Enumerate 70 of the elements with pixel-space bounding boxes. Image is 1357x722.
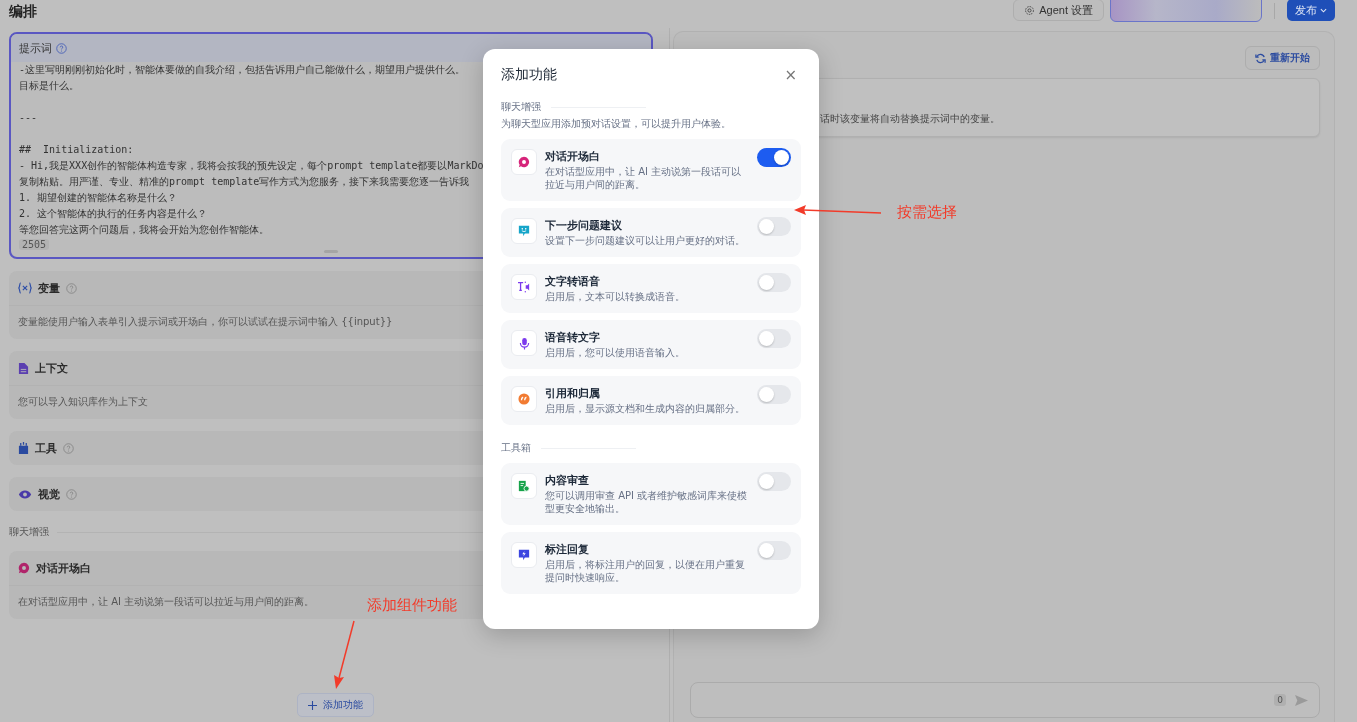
variable-icon <box>18 282 32 294</box>
annotation-text: 按需选择 <box>897 203 957 222</box>
section-title: 工具 <box>35 440 57 456</box>
group-label: 聊天增强 <box>501 100 541 114</box>
section-title: 上下文 <box>35 360 68 376</box>
lightning-bubble-icon <box>518 549 530 561</box>
annotation-arrow <box>332 620 356 690</box>
eye-icon <box>18 488 32 500</box>
chat-bubble-icon <box>518 156 530 168</box>
prompt-line: 目标是什么。 <box>19 79 79 93</box>
annotation-text: 添加组件功能 <box>367 596 457 615</box>
character-count: 0 <box>1274 694 1286 706</box>
quote-icon <box>518 393 530 405</box>
prompt-line: --- <box>19 111 38 125</box>
feature-description: 启用后，文本可以转换成语音。 <box>545 290 686 303</box>
plus-icon <box>307 700 317 710</box>
feature-title: 内容审查 <box>545 473 590 488</box>
prompt-line: 2. 这个智能体的执行的任务内容是什么？ <box>19 207 208 221</box>
feature-title: 对话开场白 <box>36 560 91 576</box>
toggle-switch[interactable] <box>757 273 791 292</box>
group-label: 聊天增强 <box>9 525 49 539</box>
settings-icon <box>1024 4 1036 16</box>
feature-description: 在对话型应用中，让 AI 主动说第一段话可以拉近与用户间的距离。 <box>545 165 743 191</box>
group-description: 为聊天型应用添加预对话设置，可以提升用户体验。 <box>501 117 732 131</box>
text-speech-icon <box>517 281 531 293</box>
section-title: 变量 <box>38 280 60 296</box>
feature-title: 下一步问题建议 <box>545 218 623 233</box>
feature-description: 设置下一步问题建议可以让用户更好的对话。 <box>545 234 746 247</box>
dialog-title: 添加功能 <box>501 66 557 84</box>
smiley-bubble-icon <box>518 225 530 237</box>
feature-description: 启用后，将标注用户的回复，以便在用户重复提问时快速响应。 <box>545 558 746 584</box>
microphone-icon <box>518 336 530 350</box>
feature-title: 文字转语音 <box>545 274 601 289</box>
section-title: 视觉 <box>38 486 60 502</box>
chat-input-field[interactable]: 0 <box>690 682 1320 718</box>
chat-bubble-icon <box>18 562 30 574</box>
toggle-switch[interactable] <box>757 217 791 236</box>
restart-button[interactable]: 重新开始 <box>1245 46 1320 70</box>
document-check-icon <box>518 480 530 492</box>
toggle-switch[interactable] <box>757 472 791 491</box>
prompt-line: -这里写明刚刚初始化时，智能体要做的自我介绍，包括告诉用户自己能做什么，期望用户提供什么。 <box>19 63 466 77</box>
prompt-line: 等您回答完这两个问题后，我将会开始为您创作智能体。 <box>19 223 269 237</box>
send-icon[interactable] <box>1294 693 1309 707</box>
toggle-switch[interactable] <box>757 541 791 560</box>
prompt-line: ## Initialization: <box>19 143 134 157</box>
refresh-icon <box>1255 52 1266 64</box>
toggle-switch[interactable] <box>757 385 791 404</box>
toggle-switch[interactable] <box>757 148 791 167</box>
close-button[interactable]: × <box>780 66 801 84</box>
caret-icon <box>1320 7 1327 13</box>
agent-settings-button[interactable]: Agent 设置 <box>1013 0 1104 21</box>
prompt-line: 1. 期望创建的智能体名称是什么？ <box>19 191 178 205</box>
feature-title: 对话开场白 <box>545 149 601 164</box>
page-title: 编排 <box>9 3 37 21</box>
feature-title: 标注回复 <box>545 542 590 557</box>
add-feature-button[interactable]: 添加功能 <box>296 693 374 717</box>
prompt-line: 复制粘贴。用严谨、专业、精准的prompt template写作方式为您服务，接下来我需要您逐一告诉我 <box>19 175 470 189</box>
toolbox-icon <box>18 441 29 455</box>
feature-title: 引用和归属 <box>545 386 601 401</box>
help-icon <box>56 42 67 54</box>
document-icon <box>18 361 29 375</box>
group-label: 工具箱 <box>501 441 531 455</box>
prompt-title: 提示词 <box>19 40 52 56</box>
toggle-switch[interactable] <box>757 329 791 348</box>
publish-button[interactable]: 发布 <box>1287 0 1335 21</box>
variable-note: 话时该变量将自动替换提示词中的变量。 <box>820 112 1000 126</box>
feature-description: 您可以调用审查 API 或者维护敏感词库来使模型更安全地输出。 <box>545 489 749 515</box>
prompt-line: - Hi,我是XXX创作的智能体构造专家，我将会按我的预先设定，每个prompt template都要以MarkDo <box>19 159 484 173</box>
character-count: 2505 <box>19 239 50 250</box>
feature-description: 启用后，您可以使用语音输入。 <box>545 346 686 359</box>
